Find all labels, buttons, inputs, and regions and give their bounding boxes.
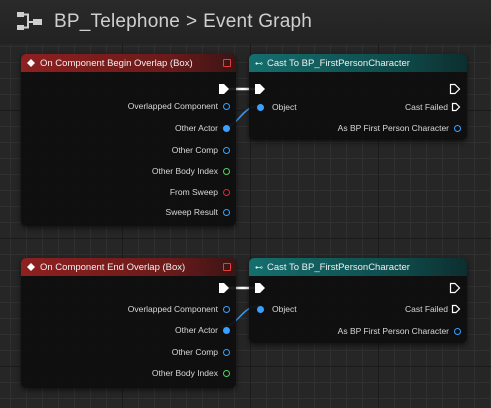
pin-other-comp[interactable]: Other Comp	[172, 347, 230, 357]
pin-label: Cast Failed	[405, 102, 448, 112]
exec-out-pin-icon[interactable]	[451, 102, 461, 112]
pin-label: As BP First Person Character	[337, 326, 449, 336]
exec-out-pin-icon[interactable]	[449, 282, 461, 294]
end-overlap-header[interactable]: On Component End Overlap (Box)	[21, 258, 236, 276]
event-diamond-icon	[27, 263, 35, 271]
object-pin-icon[interactable]	[223, 146, 230, 154]
pin-as-bp-first-person[interactable]: As BP First Person Character	[338, 326, 461, 336]
exec-out-pin-icon[interactable]	[451, 304, 461, 314]
object-pin-icon[interactable]	[223, 326, 230, 334]
delegate-pin-icon[interactable]	[223, 59, 231, 67]
pin-label: Overlapped Component	[127, 101, 218, 111]
cast-arrow-icon: ⊷	[255, 262, 263, 272]
pin-other-actor[interactable]: Other Actor	[175, 123, 230, 133]
cast-arrow-icon: ⊷	[255, 58, 263, 68]
end-overlap-node[interactable]: On Component End Overlap (Box) Overlappe…	[21, 258, 236, 388]
object-pin-icon[interactable]	[223, 124, 230, 132]
object-pin-icon[interactable]	[257, 103, 264, 111]
int-pin-icon[interactable]	[223, 369, 230, 377]
pin-other-actor[interactable]: Other Actor	[175, 325, 230, 335]
cast-node-2[interactable]: ⊷ Cast To BP_FirstPersonCharacter Object…	[249, 258, 467, 343]
object-pin-icon[interactable]	[223, 348, 230, 356]
end-overlap-title: On Component End Overlap (Box)	[40, 261, 186, 273]
pin-label: Overlapped Component	[127, 304, 218, 314]
cast-node-1[interactable]: ⊷ Cast To BP_FirstPersonCharacter Object…	[249, 54, 467, 140]
begin-overlap-header[interactable]: On Component Begin Overlap (Box)	[21, 54, 236, 72]
pin-as-bp-first-person[interactable]: As BP First Person Character	[338, 123, 461, 133]
begin-overlap-node[interactable]: On Component Begin Overlap (Box) Overlap…	[21, 54, 236, 226]
pin-cast-failed[interactable]: Cast Failed	[405, 102, 461, 112]
pin-label: Other Actor	[175, 123, 218, 133]
pin-from-sweep[interactable]: From Sweep	[170, 187, 230, 197]
event-diamond-icon	[27, 59, 35, 67]
pin-label: Object	[272, 304, 297, 314]
struct-pin-icon[interactable]	[223, 208, 230, 216]
object-pin-icon[interactable]	[454, 124, 461, 132]
pin-object[interactable]: Object	[257, 304, 297, 314]
pin-overlapped-component[interactable]: Overlapped Component	[128, 101, 230, 111]
pin-label: From Sweep	[169, 187, 218, 197]
pin-other-comp[interactable]: Other Comp	[172, 145, 230, 155]
cast-node-2-header[interactable]: ⊷ Cast To BP_FirstPersonCharacter	[249, 258, 467, 276]
cast-node-2-title: Cast To BP_FirstPersonCharacter	[267, 261, 410, 273]
int-pin-icon[interactable]	[223, 167, 230, 175]
pin-label: Other Comp	[171, 145, 218, 155]
exec-out-pin-icon[interactable]	[449, 83, 461, 95]
pin-label: Other Actor	[175, 325, 218, 335]
exec-out-pin-icon[interactable]	[218, 282, 230, 294]
pin-sweep-result[interactable]: Sweep Result	[166, 207, 230, 217]
pin-label: Sweep Result	[165, 207, 218, 217]
pin-label: As BP First Person Character	[337, 123, 449, 133]
delegate-pin-icon[interactable]	[223, 263, 231, 271]
exec-in-pin-icon[interactable]	[254, 83, 266, 95]
pin-label: Other Body Index	[151, 166, 218, 176]
begin-overlap-title: On Component Begin Overlap (Box)	[40, 57, 193, 69]
bool-pin-icon[interactable]	[223, 188, 230, 196]
pin-cast-failed[interactable]: Cast Failed	[405, 304, 461, 314]
exec-in-pin-icon[interactable]	[254, 282, 266, 294]
object-pin-icon[interactable]	[223, 305, 230, 313]
cast-node-1-header[interactable]: ⊷ Cast To BP_FirstPersonCharacter	[249, 54, 467, 72]
pin-overlapped-component[interactable]: Overlapped Component	[128, 304, 230, 314]
cast-node-1-title: Cast To BP_FirstPersonCharacter	[267, 57, 410, 69]
pin-label: Other Body Index	[151, 368, 218, 378]
pin-object[interactable]: Object	[257, 102, 297, 112]
object-pin-icon[interactable]	[454, 327, 461, 335]
pin-other-body-index[interactable]: Other Body Index	[152, 166, 230, 176]
pin-label: Cast Failed	[405, 304, 448, 314]
pin-other-body-index[interactable]: Other Body Index	[152, 368, 230, 378]
exec-out-pin-icon[interactable]	[218, 83, 230, 95]
object-pin-icon[interactable]	[223, 102, 230, 110]
pin-label: Other Comp	[171, 347, 218, 357]
object-pin-icon[interactable]	[257, 305, 264, 313]
pin-label: Object	[272, 102, 297, 112]
